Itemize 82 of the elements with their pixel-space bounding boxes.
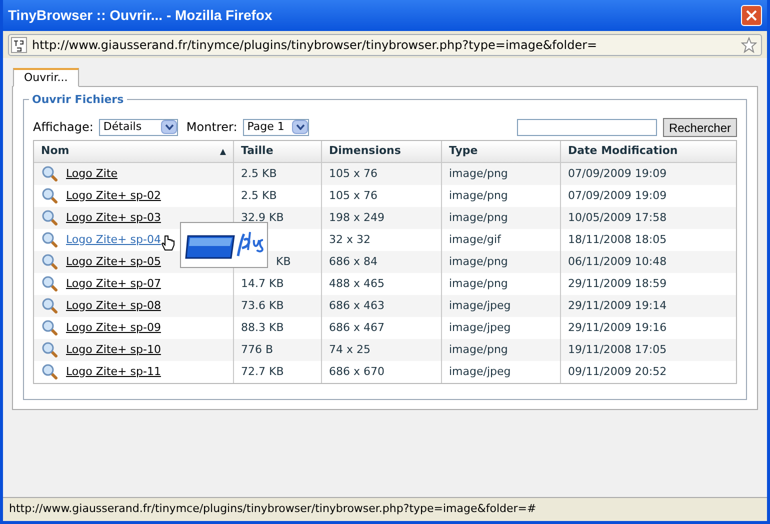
date-cell-text: 18/11/2008 18:05	[568, 232, 667, 248]
file-link[interactable]: Logo Zite+ sp-03	[66, 210, 161, 226]
url-text: http://www.giausserand.fr/tinymce/plugins/tinybrowser/tinybrowser.php?type=image&folder=	[32, 36, 598, 54]
size-cell-text: 2.5 KB	[241, 188, 277, 204]
search-button[interactable]: Rechercher	[662, 118, 737, 136]
dimensions-cell-text: 105 x 76	[329, 188, 378, 204]
file-link[interactable]: Logo Zite+ sp-09	[66, 320, 161, 336]
file-link[interactable]: Logo Zite+ sp-11	[66, 364, 161, 380]
window-title: TinyBrowser :: Ouvrir... - Mozilla Firefox	[8, 6, 272, 25]
column-header[interactable]: Type	[442, 141, 561, 162]
column-header[interactable]: Dimensions	[322, 141, 442, 162]
file-link[interactable]: Logo Zite+ sp-04	[66, 232, 161, 248]
address-bar[interactable]: http://www.giausserand.fr/tinymce/plugins/tinybrowser/tinybrowser.php?type=image&folder=	[8, 34, 762, 56]
magnifier-icon	[42, 254, 58, 270]
size-cell-text: 32.9 KB	[241, 210, 284, 226]
type-cell-text: image/png	[449, 188, 508, 204]
type-cell-text: image/jpeg	[449, 364, 511, 380]
type-cell-text: image/png	[449, 210, 508, 226]
magnifier-icon	[42, 276, 58, 292]
magnifier-icon	[42, 342, 58, 358]
tab[interactable]: Ouvrir...	[13, 68, 79, 87]
dimensions-cell-text: 686 x 463	[329, 298, 384, 314]
column-header[interactable]: Taille	[234, 141, 322, 162]
date-cell-text: 07/09/2009 19:09	[568, 166, 667, 182]
size-cell-text: 776 B	[241, 342, 274, 358]
type-cell-text: image/gif	[449, 232, 501, 248]
magnifier-icon	[42, 166, 58, 182]
type-cell-text: image/png	[449, 254, 508, 270]
size-cell-text: 73.6 KB	[241, 298, 284, 314]
date-cell-text: 06/11/2009 10:48	[568, 254, 667, 270]
show-label: Montrer:	[186, 119, 238, 136]
file-link[interactable]: Logo Zite	[66, 166, 118, 182]
size-cell-text: 14.7 KB	[241, 276, 284, 292]
magnifier-icon	[42, 232, 58, 248]
magnifier-icon	[42, 298, 58, 314]
magnifier-icon	[42, 364, 58, 380]
dimensions-cell-text: 686 x 670	[329, 364, 384, 380]
size-cell-text: KB	[276, 254, 291, 270]
type-cell-text: image/png	[449, 166, 508, 182]
file-link[interactable]: Logo Zite+ sp-07	[66, 276, 161, 292]
size-cell-text: 88.3 KB	[241, 320, 284, 336]
dimensions-cell-text: 105 x 76	[329, 166, 378, 182]
page-dropdown[interactable]: Page 1	[243, 118, 310, 136]
size-cell-text: 2.5 KB	[241, 166, 277, 182]
magnifier-icon	[42, 188, 58, 204]
dimensions-cell-text: 32 x 32	[329, 232, 370, 248]
type-cell-text: image/png	[449, 342, 508, 358]
magnifier-icon	[42, 320, 58, 336]
close-icon	[746, 10, 757, 21]
date-cell-text: 09/11/2009 20:52	[568, 364, 667, 380]
column-header[interactable]: Nom ▲	[34, 141, 234, 162]
close-button[interactable]	[741, 5, 762, 26]
status-text: http://www.giausserand.fr/tinymce/plugins/tinybrowser/tinybrowser.php?type=image&folder=#	[9, 501, 536, 518]
view-label: Affichage:	[33, 119, 94, 136]
date-cell-text: 29/11/2009 18:59	[568, 276, 667, 292]
view-dropdown[interactable]: Détails	[99, 118, 178, 136]
star-icon[interactable]	[741, 36, 757, 52]
sort-arrow-icon: ▲	[220, 146, 226, 158]
type-cell-text: image/jpeg	[449, 298, 511, 314]
file-link[interactable]: Logo Zite+ sp-02	[66, 188, 161, 204]
dropdown-arrow-icon	[161, 120, 178, 134]
dimensions-cell-text: 686 x 84	[329, 254, 378, 270]
type-cell-text: image/png	[449, 276, 508, 292]
dimensions-cell-text: 686 x 467	[329, 320, 384, 336]
dropdown-arrow-icon	[292, 120, 308, 134]
dimensions-cell-text: 74 x 25	[329, 342, 370, 358]
date-cell-text: 29/11/2009 19:16	[568, 320, 667, 336]
search-field[interactable]	[516, 118, 657, 136]
date-cell-text: 07/09/2009 19:09	[568, 188, 667, 204]
file-link[interactable]: Logo Zite+ sp-05	[66, 254, 161, 270]
date-cell-text: 19/11/2008 17:05	[568, 342, 667, 358]
type-cell-text: image/jpeg	[449, 320, 511, 336]
column-header[interactable]: Date Modification	[561, 141, 736, 162]
date-cell-text: 10/05/2009 17:58	[568, 210, 667, 226]
site-icon	[11, 36, 27, 52]
dimensions-cell-text: 488 x 465	[329, 276, 384, 292]
dimensions-cell-text: 198 x 249	[329, 210, 384, 226]
date-cell-text: 29/11/2009 19:14	[568, 298, 667, 314]
file-link[interactable]: Logo Zite+ sp-10	[66, 342, 161, 358]
magnifier-icon	[42, 210, 58, 226]
file-link[interactable]: Logo Zite+ sp-08	[66, 298, 161, 314]
size-cell-text: 72.7 KB	[241, 364, 284, 380]
